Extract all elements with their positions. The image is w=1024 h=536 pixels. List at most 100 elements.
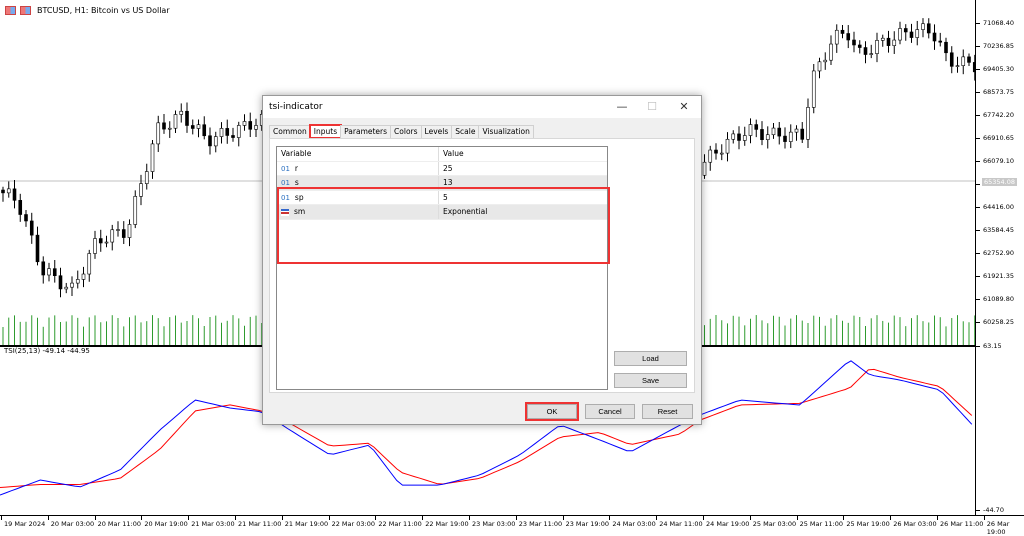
current-price-label: 65354.08	[982, 178, 1018, 186]
variable-name: sm	[294, 207, 306, 216]
variable-value[interactable]: Exponential	[439, 205, 487, 219]
candle-body	[926, 23, 931, 34]
candle-body	[173, 114, 178, 129]
variable-value[interactable]: 25	[439, 162, 453, 176]
candle-body	[87, 253, 92, 275]
time-label: 25 Mar 03:00	[749, 516, 797, 528]
candle-body	[921, 23, 925, 30]
cancel-button[interactable]: Cancel	[585, 404, 635, 419]
candle-body	[857, 44, 862, 48]
integer-icon: 01	[281, 193, 290, 202]
time-label: 23 Mar 03:00	[468, 516, 516, 528]
chart-title: BTCUSD, H1: Bitcoin vs US Dollar	[37, 5, 170, 15]
candle-body	[731, 133, 736, 140]
tsi-axis-bottom: -44.70	[976, 506, 1004, 514]
candle-body	[811, 70, 816, 108]
candle-body	[24, 214, 28, 222]
candle-body	[12, 188, 17, 201]
table-header: Variable Value	[277, 147, 607, 162]
integer-icon: 01	[281, 164, 290, 173]
time-label: 26 Mar 11:00	[936, 516, 984, 528]
minimize-button[interactable]: —	[615, 100, 629, 114]
candle-body	[236, 125, 241, 138]
candle-body	[955, 65, 960, 67]
maximize-button[interactable]: ☐	[645, 100, 659, 114]
time-label: 21 Mar 11:00	[234, 516, 282, 528]
variable-name: s	[294, 178, 299, 187]
table-row[interactable]: 01 r 25	[277, 161, 607, 176]
chart-header: BTCUSD, H1: Bitcoin vs US Dollar	[0, 0, 1024, 20]
candle-body	[714, 149, 718, 154]
table-row[interactable]: 01 s 13	[277, 176, 607, 191]
candle-body	[93, 238, 97, 254]
tsi-indicator-label: TSI(25,13) -49.14 -44.95	[4, 347, 90, 355]
candle-body	[41, 261, 46, 276]
table-row[interactable]: 01 sp 5	[277, 190, 607, 205]
candle-body	[719, 152, 724, 155]
price-label: 61089.80	[975, 295, 1015, 303]
candle-body	[98, 238, 103, 244]
tab-common[interactable]: Common	[269, 125, 311, 138]
candle-body	[81, 273, 86, 280]
load-button[interactable]: Load	[614, 351, 687, 366]
time-label: 24 Mar 19:00	[702, 516, 750, 528]
time-label: 23 Mar 11:00	[515, 516, 563, 528]
dialog-titlebar[interactable]: tsi-indicator	[263, 96, 701, 118]
time-axis: 19 Mar 2024 20 Mar 03:00 20 Mar 11:00 20 Ma…	[0, 515, 1024, 536]
tab-scale[interactable]: Scale	[451, 125, 480, 138]
time-label: 20 Mar 03:00	[47, 516, 95, 528]
tab-parameters[interactable]: Parameters	[340, 125, 392, 138]
price-label: 67742.20	[975, 111, 1015, 119]
candle-body	[225, 128, 230, 136]
candle-body	[863, 47, 868, 55]
tab-colors[interactable]: Colors	[390, 125, 422, 138]
time-label: 24 Mar 11:00	[656, 516, 703, 528]
tab-visualization[interactable]: Visualization	[478, 125, 534, 138]
candle-body	[29, 220, 34, 236]
close-button[interactable]: ✕	[677, 100, 691, 114]
time-label: 20 Mar 11:00	[94, 516, 141, 528]
candle-body	[886, 37, 891, 46]
chart-properties-icon[interactable]	[20, 5, 31, 15]
candle-body	[156, 122, 161, 145]
candle-body	[846, 33, 851, 41]
candle-body	[840, 29, 845, 34]
tab-levels[interactable]: Levels	[420, 125, 453, 138]
candle-body	[104, 241, 109, 244]
table-row[interactable]: sm Exponential	[277, 205, 607, 220]
dialog-title: tsi-indicator	[269, 102, 323, 112]
candle-body	[179, 110, 184, 115]
candle-body	[110, 229, 115, 243]
candle-body	[58, 275, 63, 290]
time-label: 25 Mar 11:00	[796, 516, 843, 528]
column-variable[interactable]: Variable	[277, 147, 439, 161]
candle-body	[1, 189, 5, 194]
column-value[interactable]: Value	[439, 147, 464, 161]
reset-button[interactable]: Reset	[642, 404, 693, 419]
candle-body	[788, 131, 793, 142]
inputs-panel: Variable Value 01 r 25 01 s 13 01 sp 5 sm Expone…	[269, 138, 695, 393]
candle-body	[777, 127, 782, 137]
candle-body	[162, 122, 166, 130]
candle-body	[898, 28, 902, 41]
candle-body	[150, 143, 155, 172]
price-label: 62752.90	[975, 249, 1015, 257]
candle-body	[949, 52, 954, 67]
candle-body	[961, 56, 966, 66]
candle-body	[133, 196, 138, 225]
time-label: 23 Mar 19:00	[562, 516, 609, 528]
chart-icon[interactable]	[5, 5, 16, 15]
candle-body	[806, 107, 810, 140]
candle-body	[6, 188, 11, 194]
candle-body	[121, 229, 126, 238]
price-label: 71068.40	[975, 19, 1015, 27]
save-button[interactable]: Save	[614, 373, 687, 388]
variable-value[interactable]: 13	[439, 176, 453, 190]
time-label: 21 Mar 19:00	[281, 516, 329, 528]
variable-value[interactable]: 5	[439, 191, 448, 205]
tab-inputs[interactable]: Inputs	[308, 124, 343, 139]
time-label: 22 Mar 11:00	[375, 516, 422, 528]
ok-button[interactable]: OK	[525, 402, 579, 421]
time-label: 22 Mar 19:00	[422, 516, 469, 528]
candle-body	[70, 282, 74, 288]
